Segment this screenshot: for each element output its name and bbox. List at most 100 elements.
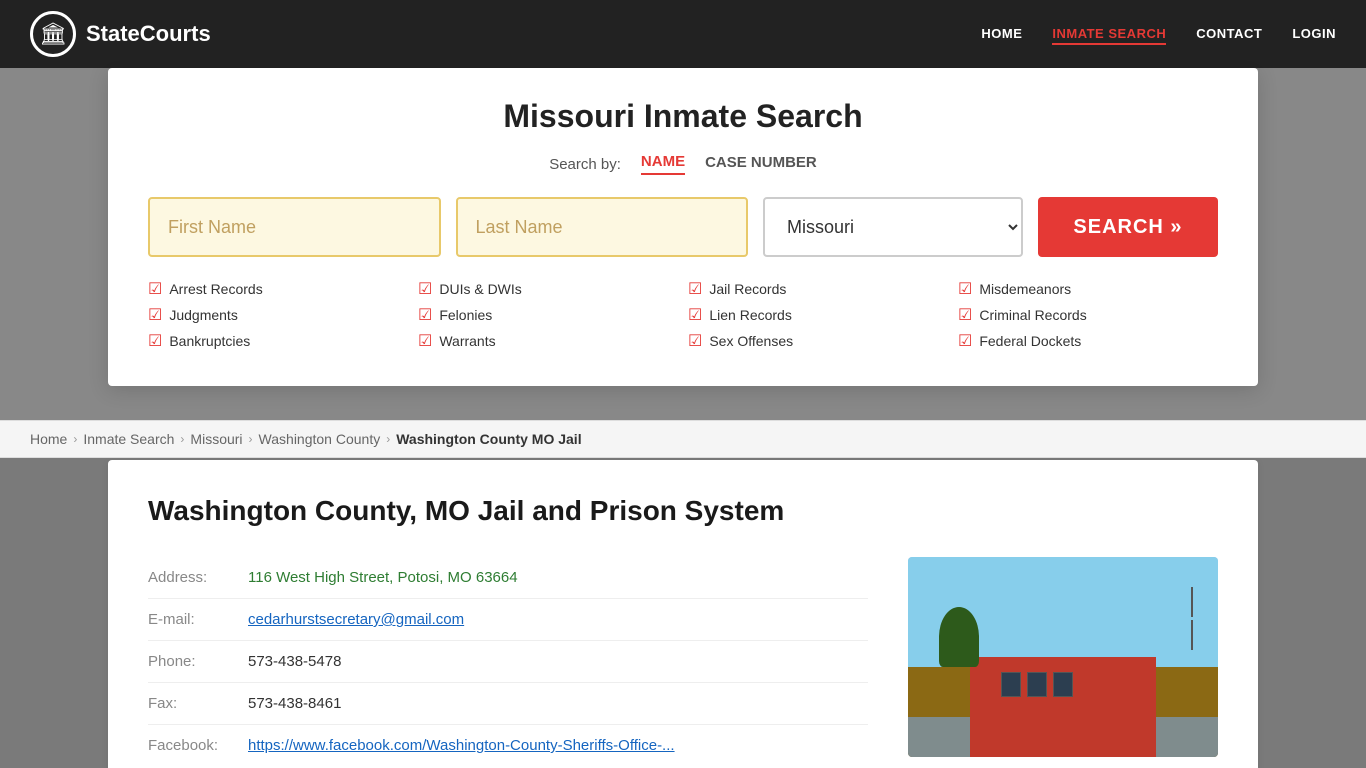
breadcrumb-chevron-1: › — [73, 432, 77, 446]
checkbox-label-warrants: Warrants — [439, 333, 495, 349]
phone-label: Phone: — [148, 653, 238, 670]
window-3 — [1053, 672, 1073, 697]
breadcrumb-chevron-4: › — [386, 432, 390, 446]
checkbox-lien-records: ☑ Lien Records — [688, 305, 948, 325]
email-label: E-mail: — [148, 611, 238, 628]
jail-image — [908, 557, 1218, 757]
address-label: Address: — [148, 569, 238, 586]
tab-case-number[interactable]: CASE NUMBER — [705, 154, 817, 174]
checkbox-label-judgments: Judgments — [169, 307, 237, 323]
checkbox-criminal-records: ☑ Criminal Records — [958, 305, 1218, 325]
sky-line-1 — [1191, 587, 1193, 617]
nav-link-home[interactable]: HOME — [981, 26, 1022, 41]
phone-row: Phone: 573-438-5478 — [148, 641, 868, 683]
nav-link-login[interactable]: LOGIN — [1292, 26, 1336, 41]
jail-image-inner — [908, 557, 1218, 757]
checkbox-icon-felonies: ☑ — [418, 305, 432, 325]
facebook-row: Facebook: https://www.facebook.com/Washi… — [148, 725, 868, 766]
nav-link-contact[interactable]: CONTACT — [1196, 26, 1262, 41]
state-select[interactable]: Missouri Alabama Alaska Arizona Arkansas… — [763, 197, 1023, 257]
site-logo[interactable]: 🏛 StateCourts — [30, 11, 211, 57]
checkbox-icon-judgments: ☑ — [148, 305, 162, 325]
nav-item-login[interactable]: LOGIN — [1292, 25, 1336, 43]
power-lines — [1191, 587, 1193, 650]
checkbox-icon-duis: ☑ — [418, 279, 432, 299]
checkbox-arrest-records: ☑ Arrest Records — [148, 279, 408, 299]
email-value: cedarhurstsecretary@gmail.com — [248, 611, 464, 628]
checkbox-label-sex-offenses: Sex Offenses — [709, 333, 793, 349]
checkbox-misdemeanors: ☑ Misdemeanors — [958, 279, 1218, 299]
nav-link-inmate-search[interactable]: INMATE SEARCH — [1052, 26, 1166, 45]
checkbox-icon-misdemeanors: ☑ — [958, 279, 972, 299]
checkbox-label-felonies: Felonies — [439, 307, 492, 323]
checkbox-label-duis: DUIs & DWIs — [439, 281, 521, 297]
search-card-title: Missouri Inmate Search — [148, 98, 1218, 135]
checkbox-sex-offenses: ☑ Sex Offenses — [688, 331, 948, 351]
nav-item-contact[interactable]: CONTACT — [1196, 25, 1262, 43]
checkbox-label-criminal: Criminal Records — [979, 307, 1086, 323]
logo-icon: 🏛 — [30, 11, 76, 57]
checkbox-judgments: ☑ Judgments — [148, 305, 408, 325]
checkbox-label-lien: Lien Records — [709, 307, 792, 323]
checkbox-label-jail: Jail Records — [709, 281, 786, 297]
email-row: E-mail: cedarhurstsecretary@gmail.com — [148, 599, 868, 641]
tree-left — [939, 607, 979, 667]
breadcrumb-missouri[interactable]: Missouri — [190, 431, 242, 447]
phone-value: 573-438-5478 — [248, 653, 341, 670]
main-content: Washington County, MO Jail and Prison Sy… — [108, 460, 1258, 768]
checkbox-label-arrest: Arrest Records — [169, 281, 262, 297]
sky-line-2 — [1191, 620, 1193, 650]
checkbox-bankruptcies: ☑ Bankruptcies — [148, 331, 408, 351]
checkbox-federal-dockets: ☑ Federal Dockets — [958, 331, 1218, 351]
breadcrumb-inmate-search[interactable]: Inmate Search — [83, 431, 174, 447]
search-by-label: Search by: — [549, 156, 621, 173]
checkbox-icon-criminal: ☑ — [958, 305, 972, 325]
search-inputs-row: Missouri Alabama Alaska Arizona Arkansas… — [148, 197, 1218, 257]
info-table: Address: 116 West High Street, Potosi, M… — [148, 557, 868, 766]
email-link[interactable]: cedarhurstsecretary@gmail.com — [248, 611, 464, 628]
building-windows — [1001, 672, 1125, 697]
checkbox-label-misdemeanors: Misdemeanors — [979, 281, 1071, 297]
checkbox-warrants: ☑ Warrants — [418, 331, 678, 351]
facebook-label: Facebook: — [148, 737, 238, 754]
nav-item-home[interactable]: HOME — [981, 25, 1022, 43]
checkbox-jail-records: ☑ Jail Records — [688, 279, 948, 299]
checkbox-label-federal: Federal Dockets — [979, 333, 1081, 349]
first-name-input[interactable] — [148, 197, 441, 257]
checkbox-icon-bankruptcies: ☑ — [148, 331, 162, 351]
fax-label: Fax: — [148, 695, 238, 712]
search-by-row: Search by: NAME CASE NUMBER — [148, 153, 1218, 175]
breadcrumb-chevron-3: › — [249, 432, 253, 446]
facebook-link[interactable]: https://www.facebook.com/Washington-Coun… — [248, 737, 675, 754]
last-name-input[interactable] — [456, 197, 749, 257]
jail-title: Washington County, MO Jail and Prison Sy… — [148, 495, 1218, 527]
nav-menu: HOME INMATE SEARCH CONTACT LOGIN — [981, 25, 1336, 43]
info-section: Address: 116 West High Street, Potosi, M… — [148, 557, 1218, 766]
address-row: Address: 116 West High Street, Potosi, M… — [148, 557, 868, 599]
breadcrumb-chevron-2: › — [180, 432, 184, 446]
checkbox-icon-warrants: ☑ — [418, 331, 432, 351]
search-card: Missouri Inmate Search Search by: NAME C… — [108, 68, 1258, 386]
nav-item-inmate-search[interactable]: INMATE SEARCH — [1052, 25, 1166, 43]
search-button[interactable]: SEARCH » — [1038, 197, 1218, 257]
window-2 — [1027, 672, 1047, 697]
breadcrumb-washington-county[interactable]: Washington County — [259, 431, 381, 447]
checkbox-label-bankruptcies: Bankruptcies — [169, 333, 250, 349]
fax-value: 573-438-8461 — [248, 695, 341, 712]
checkboxes-grid: ☑ Arrest Records ☑ DUIs & DWIs ☑ Jail Re… — [148, 279, 1218, 351]
fax-row: Fax: 573-438-8461 — [148, 683, 868, 725]
checkbox-icon-arrest: ☑ — [148, 279, 162, 299]
tab-name[interactable]: NAME — [641, 153, 685, 175]
window-1 — [1001, 672, 1021, 697]
breadcrumb-current: Washington County MO Jail — [396, 431, 581, 447]
breadcrumb-home[interactable]: Home — [30, 431, 67, 447]
checkbox-icon-lien: ☑ — [688, 305, 702, 325]
checkbox-felonies: ☑ Felonies — [418, 305, 678, 325]
site-header: 🏛 StateCourts HOME INMATE SEARCH CONTACT… — [0, 0, 1366, 68]
checkbox-icon-sex-offenses: ☑ — [688, 331, 702, 351]
address-value: 116 West High Street, Potosi, MO 63664 — [248, 569, 518, 586]
facebook-value: https://www.facebook.com/Washington-Coun… — [248, 737, 675, 754]
checkbox-icon-jail: ☑ — [688, 279, 702, 299]
logo-text: StateCourts — [86, 21, 211, 47]
page-wrapper: 🏛 StateCourts HOME INMATE SEARCH CONTACT… — [0, 0, 1366, 768]
